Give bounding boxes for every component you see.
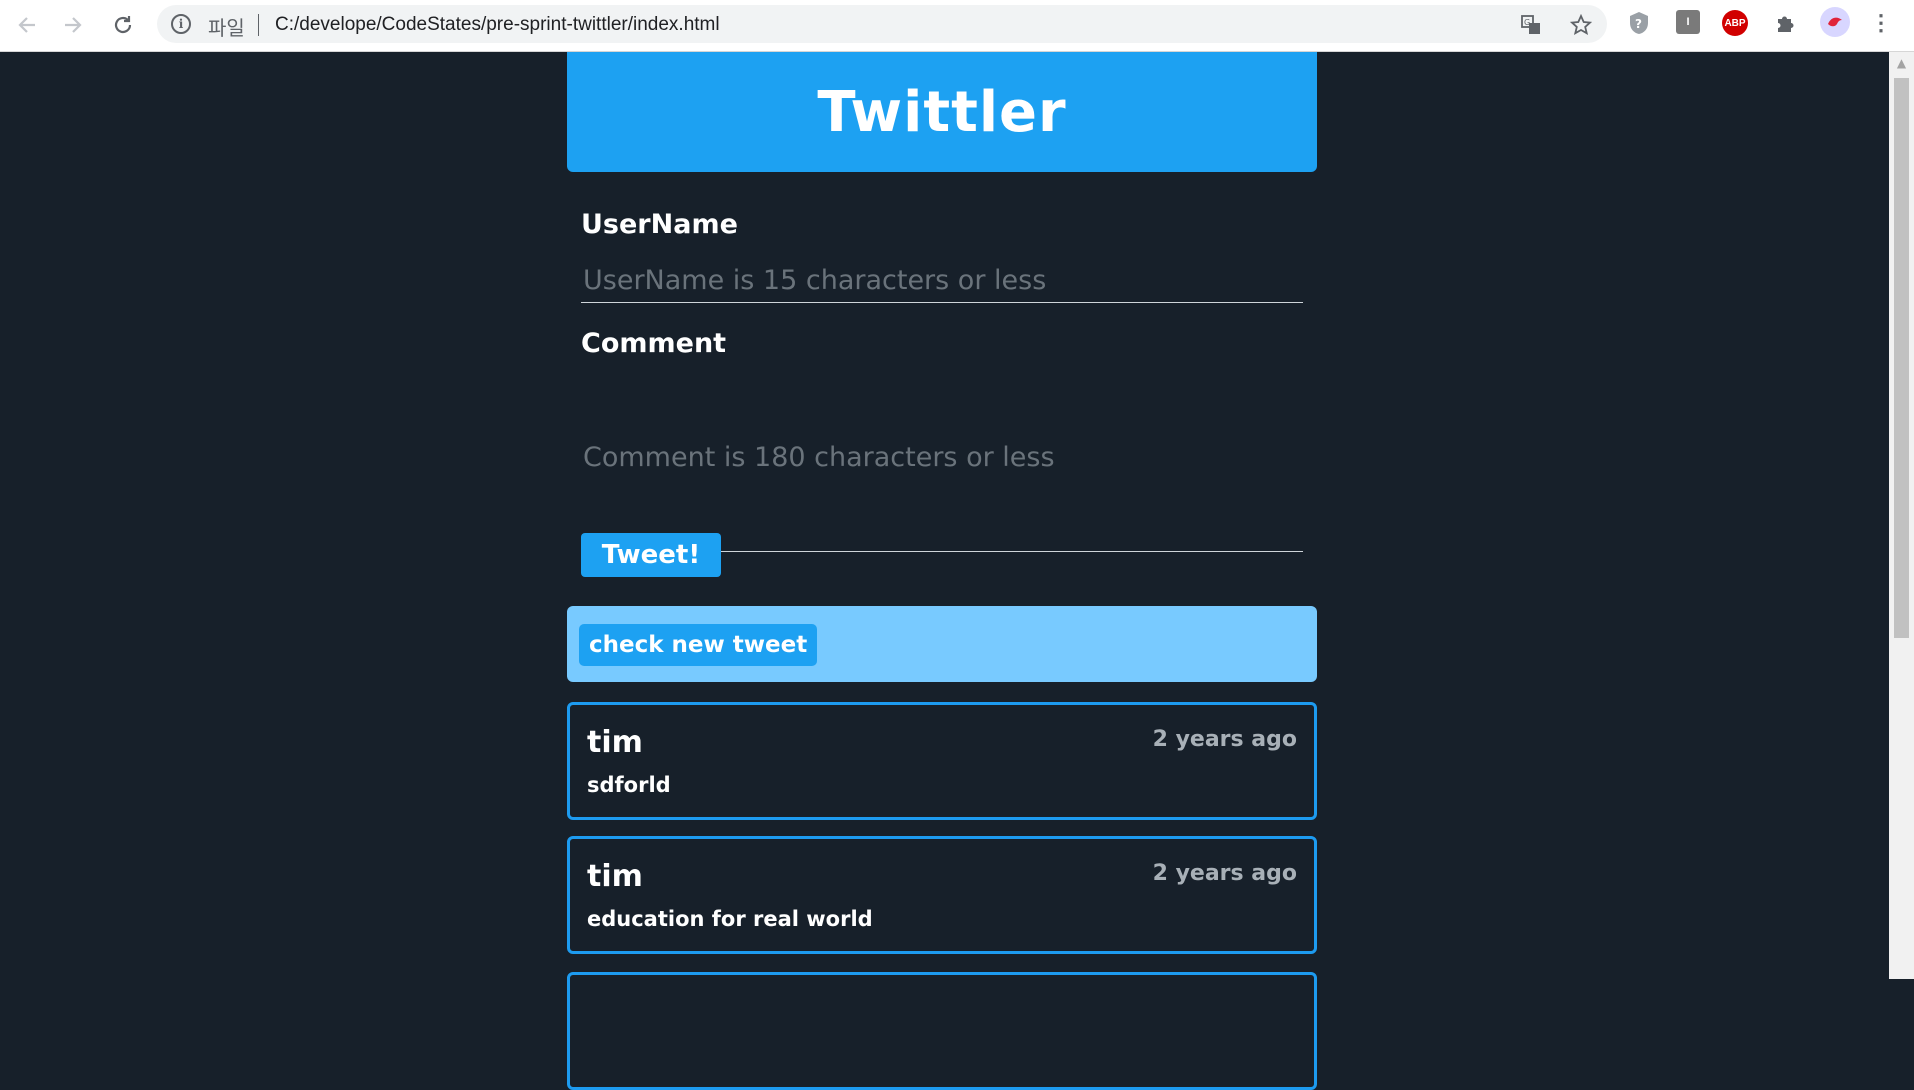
scroll-thumb[interactable] — [1894, 78, 1909, 638]
info-icon[interactable]: i — [171, 14, 191, 34]
browser-toolbar: i 파일 C:/develope/CodeStates/pre-sprint-t… — [0, 0, 1914, 52]
tweet-timestamp: 2 years ago — [1152, 727, 1297, 752]
profile-avatar[interactable] — [1820, 7, 1850, 37]
scroll-up-arrow-icon[interactable]: ▲ — [1889, 52, 1914, 74]
username-input[interactable] — [581, 259, 1303, 303]
svg-text:G: G — [1524, 18, 1530, 27]
tweet-card-partial — [567, 972, 1317, 1090]
tweet-submit-button[interactable]: Tweet! — [581, 533, 721, 577]
comment-label: Comment — [581, 328, 727, 359]
reload-icon — [114, 16, 132, 34]
ext-i-icon[interactable]: I — [1676, 10, 1700, 34]
url-text[interactable]: C:/develope/CodeStates/pre-sprint-twittl… — [275, 14, 720, 36]
check-new-bar: check new tweet — [567, 606, 1317, 682]
tweet-username: tim — [587, 859, 643, 894]
check-new-tweet-button[interactable]: check new tweet — [579, 624, 818, 666]
arrow-right-icon — [65, 17, 82, 33]
page-scrollbar[interactable]: ▲ — [1889, 52, 1914, 979]
page-body: Twittler UserName Comment Tweet! check n… — [0, 52, 1889, 1090]
star-icon[interactable] — [1569, 13, 1593, 37]
tweet-message: sdforld — [587, 773, 671, 797]
tweet-username: tim — [587, 725, 643, 760]
forward-button[interactable] — [58, 10, 88, 40]
tweet-message: education for real world — [587, 907, 873, 931]
arrow-left-icon — [18, 17, 35, 33]
adblock-icon[interactable]: ABP — [1722, 10, 1748, 36]
tweet-card: tim 2 years ago sdforld — [567, 702, 1317, 820]
translate-icon[interactable]: G — [1519, 13, 1543, 37]
address-bar[interactable]: i 파일 C:/develope/CodeStates/pre-sprint-t… — [157, 5, 1607, 43]
app-title: Twittler — [817, 79, 1067, 145]
back-button[interactable] — [12, 10, 42, 40]
menu-dots-icon[interactable]: ⋮ — [1868, 10, 1894, 36]
reload-button[interactable] — [108, 10, 138, 40]
puzzle-icon[interactable] — [1772, 10, 1798, 36]
app-header: Twittler — [567, 52, 1317, 172]
omnibox-divider — [258, 14, 259, 36]
tweet-timestamp: 2 years ago — [1152, 861, 1297, 886]
username-label: UserName — [581, 209, 738, 240]
svg-text:?: ? — [1635, 17, 1642, 31]
tweet-card: tim 2 years ago education for real world — [567, 836, 1317, 954]
shield-icon[interactable]: ? — [1626, 10, 1652, 36]
scheme-label: 파일 — [208, 16, 245, 40]
